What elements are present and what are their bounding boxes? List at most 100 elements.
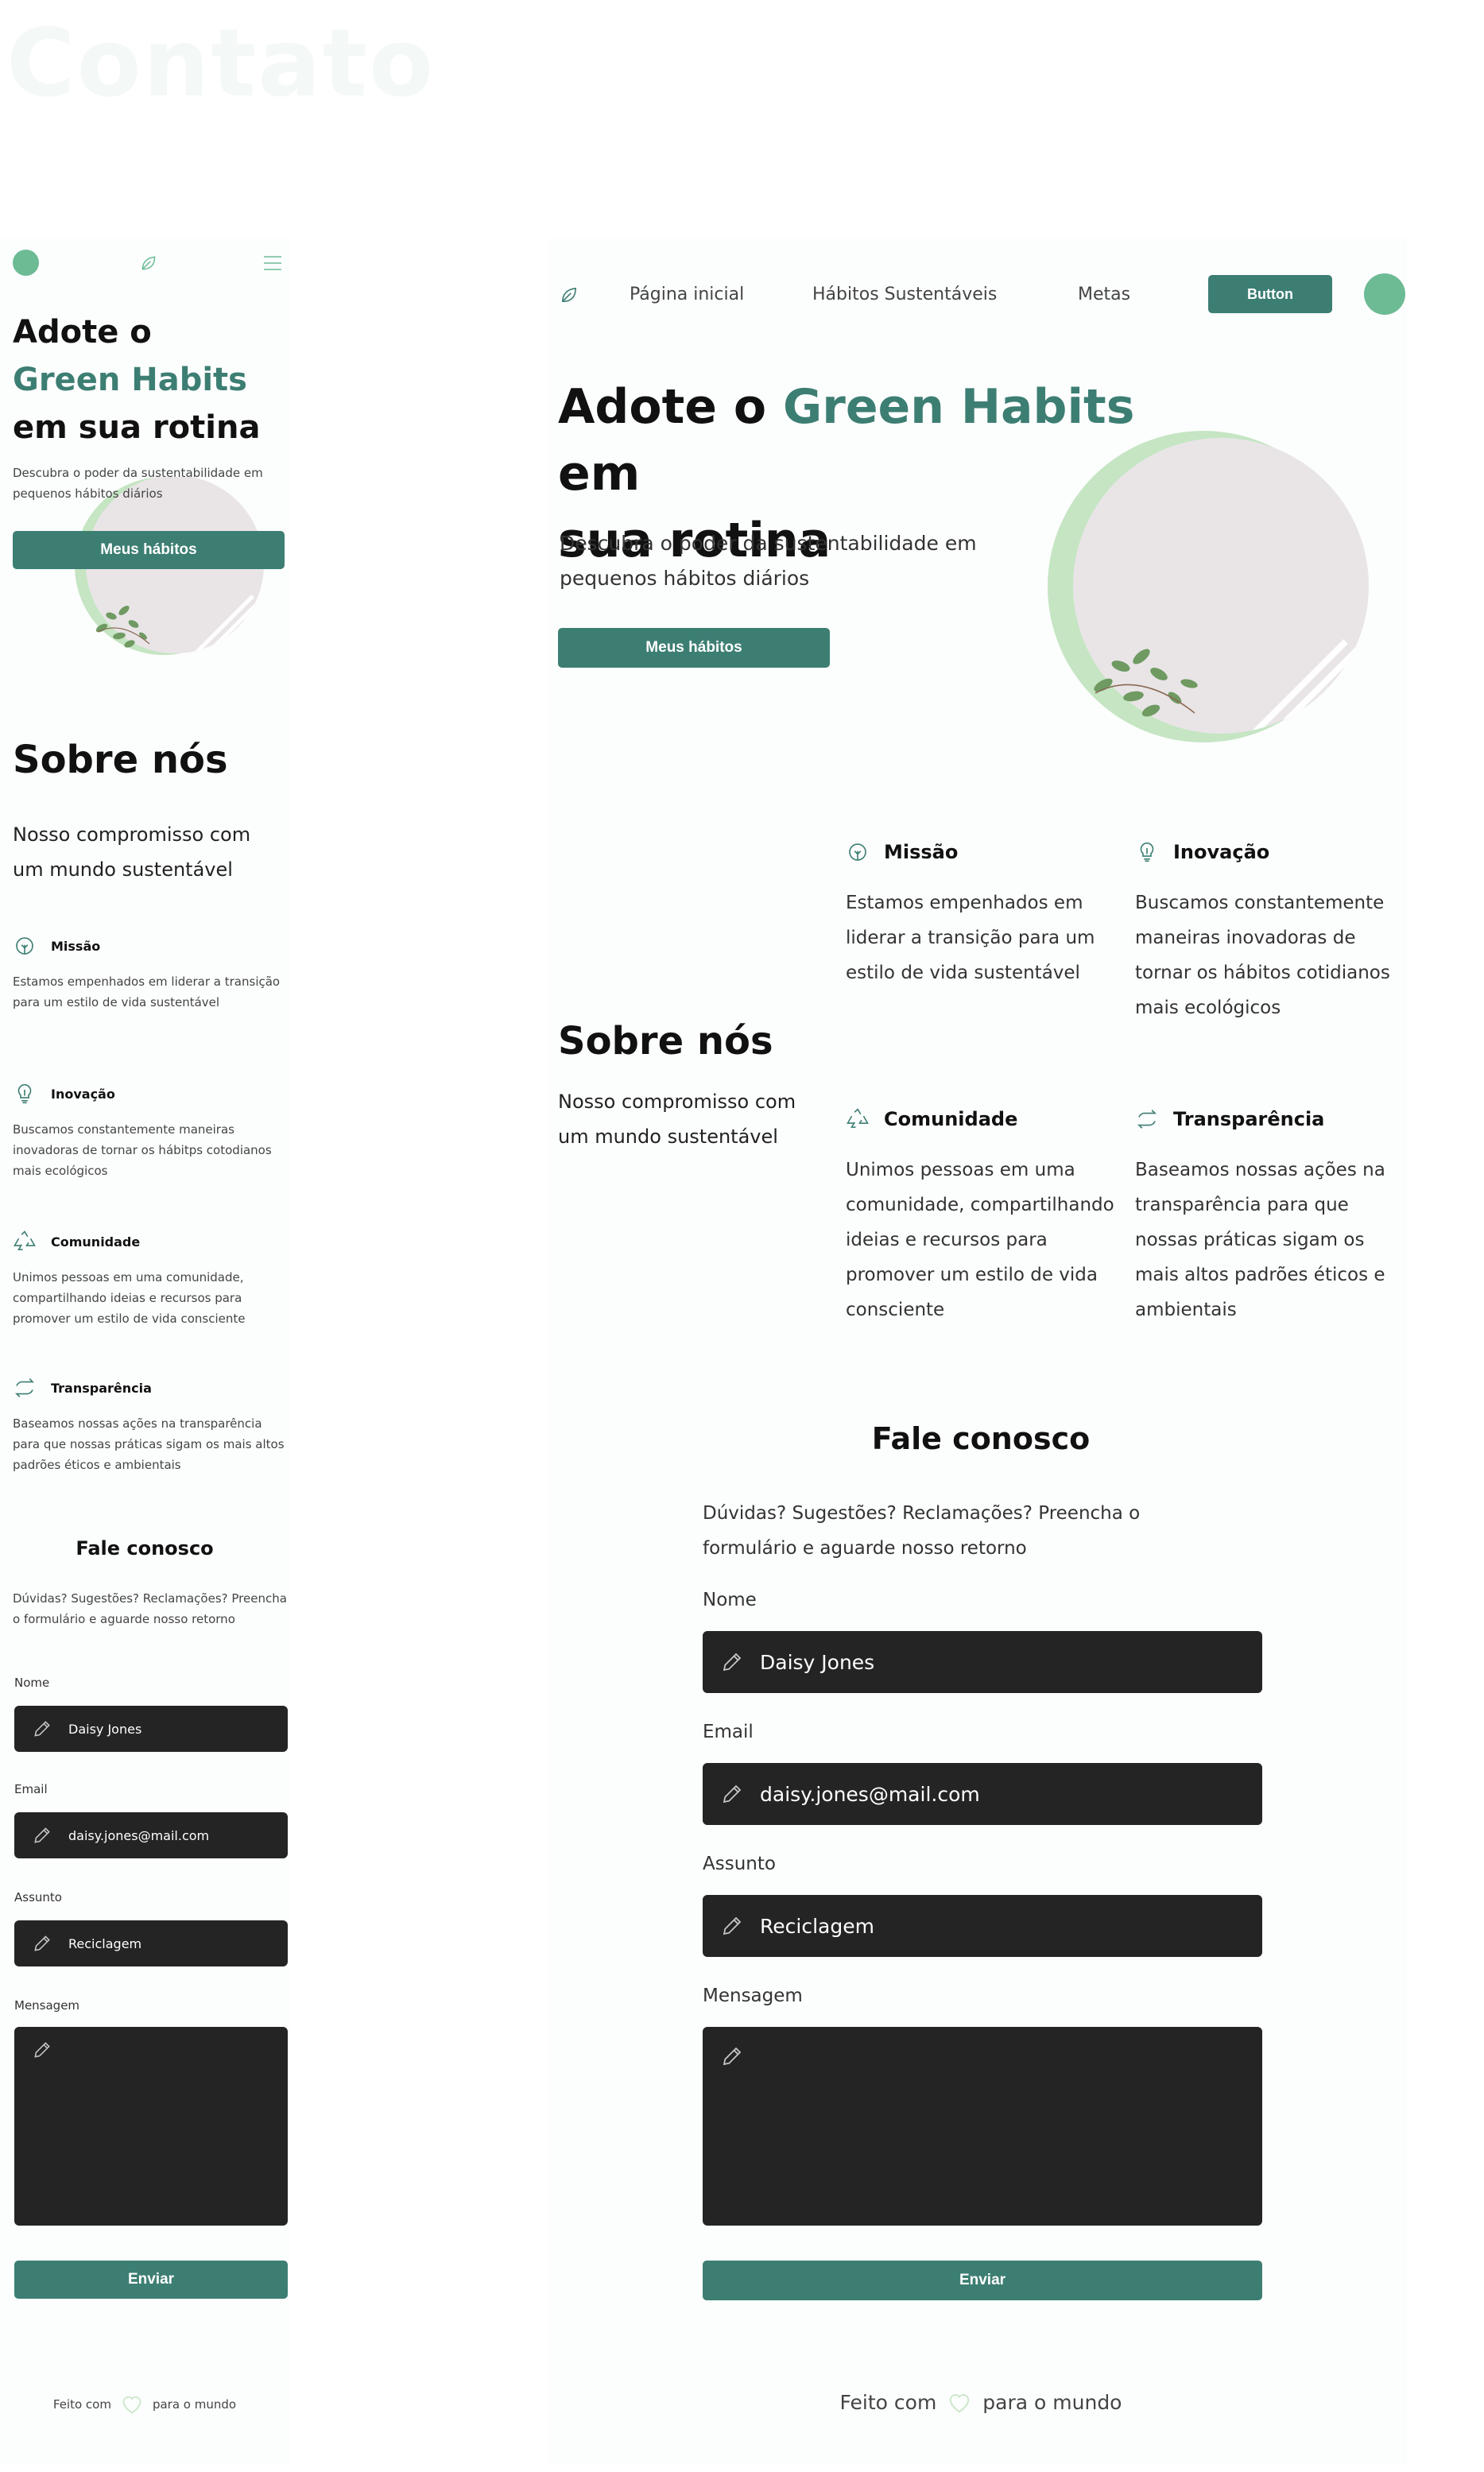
subject-field[interactable]: Reciclagem [14,1920,288,1966]
feature-title: Missão [884,841,959,863]
submit-button[interactable]: Enviar [14,2261,288,2299]
feature-text: Buscamos constantemente maneiras inovado… [13,1122,272,1178]
about-subtitle: Nosso compromisso com um mundo sustentáv… [558,1084,796,1154]
bulb-icon [17,1083,32,1104]
hero-subtitle-line1: Descubra o poder da sustentabilidade em [560,532,977,555]
footer: Feito com para o mundo [701,2391,1261,2414]
hero-cta-button[interactable]: Meus hábitos [13,531,285,569]
message-textarea[interactable] [703,2027,1262,2226]
sync-icon [15,1378,34,1397]
feature-title: Transparência [1173,1108,1325,1130]
email-label: Email [703,1722,754,1742]
feature-inovacao: Inovação Buscamos constantemente maneira… [1135,836,1407,1025]
email-label: Email [14,1782,48,1796]
subject-value: Reciclagem [68,1935,142,1951]
feature-title: Inovação [1173,841,1270,863]
subject-field[interactable]: Reciclagem [703,1895,1262,1957]
message-label: Mensagem [14,1998,80,2013]
footer-text-before: Feito com [839,2391,937,2414]
feature-text: Baseamos nossas ações na transparência p… [13,1416,285,1472]
feature-comunidade: Comunidade Unimos pessoas em uma comunid… [13,1227,288,1329]
about-subtitle-line2: um mundo sustentável [558,1126,778,1148]
feature-title: Inovação [51,1086,115,1102]
pencil-icon [34,1721,50,1737]
name-value: Daisy Jones [68,1721,142,1737]
feature-title: Missão [51,938,101,954]
recycle-icon [14,1230,36,1250]
contact-title: Fale conosco [871,1421,1091,1456]
name-field[interactable]: Daisy Jones [703,1631,1262,1693]
sync-icon [1137,1110,1157,1129]
pencil-icon [34,1827,50,1843]
email-field[interactable]: daisy.jones@mail.com [14,1812,288,1858]
submit-button[interactable]: Enviar [703,2261,1262,2300]
footer-text-after: para o mundo [982,2391,1122,2414]
footer-text-after: para o mundo [152,2397,237,2412]
heart-icon [950,2393,970,2412]
feature-text: Unimos pessoas em uma comunidade, compar… [13,1270,246,1326]
pencil-icon [34,1935,50,1951]
subject-value: Reciclagem [760,1914,874,1938]
leaf-logo-icon [558,284,580,306]
nav-item-habits[interactable]: Hábitos Sustentáveis [812,285,997,304]
desktop-frame: Página inicial Hábitos Sustentáveis Meta… [548,238,1407,2464]
feature-title: Comunidade [884,1108,1018,1130]
contact-subtitle-line2: formulário e aguarde nosso retorno [703,1538,1027,1559]
feature-title: Comunidade [51,1234,141,1250]
subject-label: Assunto [703,1854,776,1874]
nav-item-home[interactable]: Página inicial [630,285,744,304]
hero-subtitle: Descubra o poder da sustentabilidade em … [560,526,977,596]
avatar[interactable] [13,250,39,276]
feature-text: Estamos empenhados em liderar a transiçã… [13,974,281,1009]
about-title: Sobre nós [558,1019,773,1064]
name-label: Nome [703,1590,757,1610]
email-field[interactable]: daisy.jones@mail.com [703,1763,1262,1825]
pencil-icon [723,2047,742,2066]
about-subtitle: Nosso compromisso com um mundo sustentáv… [13,823,251,881]
feature-comunidade: Comunidade Unimos pessoas em uma comunid… [846,1103,1122,1327]
hero-title-part-a: Adote o [558,379,783,435]
name-label: Nome [14,1676,50,1690]
feature-text: Estamos empenhados em liderar a transiçã… [846,893,1095,983]
name-value: Daisy Jones [760,1650,875,1674]
feature-text: Unimos pessoas em uma comunidade, compar… [846,1160,1114,1320]
pencil-icon [723,1784,742,1804]
plant-icon [849,843,866,861]
plant-icon [16,937,33,955]
pencil-icon [723,1653,742,1672]
message-label: Mensagem [703,1986,803,2006]
feature-text: Baseamos nossas ações na transparência p… [1135,1160,1385,1320]
name-field[interactable]: Daisy Jones [14,1706,288,1752]
hero-cta-button[interactable]: Meus hábitos [558,628,830,668]
feature-text: Buscamos constantemente maneiras inovado… [1135,893,1390,1018]
hero-title-line1: Adote o [13,314,152,351]
hero-subtitle: Descubra o poder da sustentabilidade em … [13,466,263,501]
hero-title-part-b: em [558,446,641,502]
footer-text-before: Feito com [52,2397,111,2412]
recycle-icon [847,1108,869,1128]
avatar[interactable] [1364,273,1405,315]
feature-title: Transparência [51,1380,152,1396]
pencil-icon [34,2042,50,2058]
heart-icon [122,2396,141,2414]
message-textarea[interactable] [14,2027,288,2226]
email-value: daisy.jones@mail.com [760,1782,980,1806]
hero-title-green: Green Habits [13,362,247,398]
feature-transparencia: Transparência Baseamos nossas ações na t… [1135,1103,1407,1327]
about-title: Sobre nós [13,738,228,782]
nav-item-goals[interactable]: Metas [1078,285,1130,304]
bulb-icon [1140,842,1154,862]
hero-title-line3: em sua rotina [13,409,261,446]
feature-missao: Missão Estamos empenhados em liderar a t… [13,932,288,1013]
leaf-icon [138,253,159,273]
footer: Feito com para o mundo [0,2394,289,2415]
contact-title: Fale conosco [76,1537,214,1560]
contact-subtitle: Dúvidas? Sugestões? Reclamações? Preench… [703,1496,1140,1566]
nav-button[interactable]: Button [1208,275,1332,313]
pencil-icon [723,1916,742,1935]
menu-icon[interactable] [262,254,283,272]
page-watermark: Contato [6,8,436,118]
contact-subtitle: Dúvidas? Sugestões? Reclamações? Preench… [13,1591,287,1626]
email-value: daisy.jones@mail.com [68,1827,210,1843]
feature-inovacao: Inovação Buscamos constantemente maneira… [13,1079,288,1181]
